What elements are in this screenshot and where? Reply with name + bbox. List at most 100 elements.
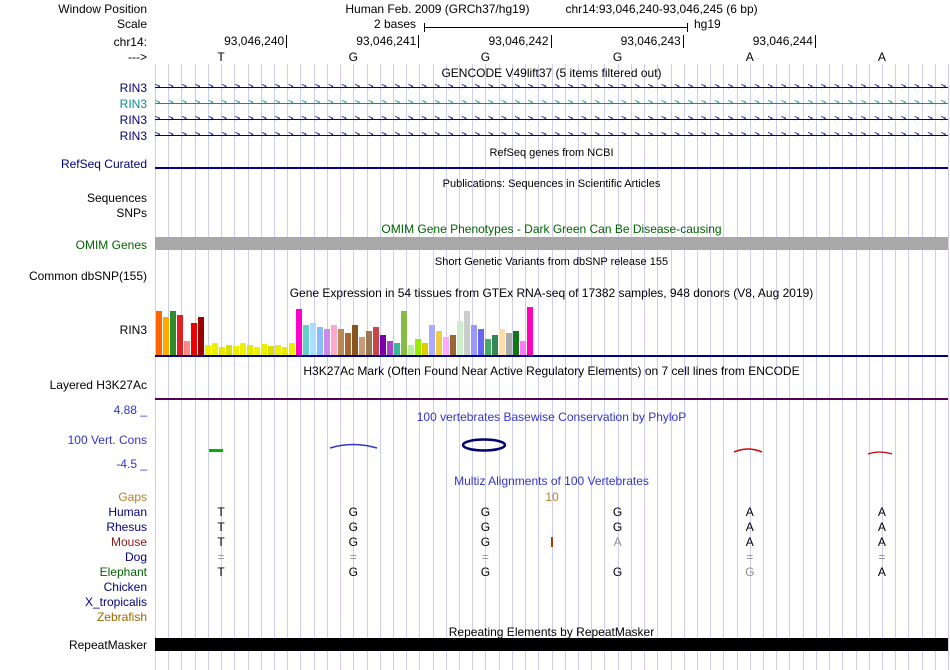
alignment-base: = <box>878 550 886 564</box>
gtex-baseline[interactable] <box>155 355 948 357</box>
alignment-base: T <box>217 565 225 579</box>
alignment-base: A <box>745 505 754 519</box>
gtex-expression-bar <box>170 311 176 355</box>
species-label-chicken[interactable]: Chicken <box>0 580 151 594</box>
gtex-expression-bar <box>163 317 169 355</box>
h3k27ac-track-line[interactable] <box>155 398 948 400</box>
gencode-transcript-row[interactable]: >>>>>>>>>>>>>>>>>>>>>>>>>>>>>>>>>>>>>>>>… <box>155 113 948 126</box>
chromosome-label: chr14: <box>113 35 147 49</box>
gtex-expression-bar <box>359 337 365 355</box>
gtex-gene-label[interactable]: RIN3 <box>0 323 151 337</box>
refseq-track-title: RefSeq genes from NCBI <box>489 147 614 159</box>
scale-label: Scale <box>116 17 147 31</box>
gtex-expression-bar <box>282 347 288 355</box>
alignment-base: G <box>480 520 491 534</box>
gtex-expression-bar <box>212 343 218 355</box>
gtex-expression-bar <box>233 346 239 355</box>
scale-bar <box>424 23 688 32</box>
gencode-item-label[interactable]: RIN3 <box>0 97 151 111</box>
reference-base: G <box>480 50 491 64</box>
species-label-dog[interactable]: Dog <box>0 550 151 564</box>
refseq-transcript-line[interactable] <box>155 167 948 169</box>
gtex-expression-bar <box>226 345 232 355</box>
gtex-expression-bar <box>373 327 379 355</box>
alignment-base: T <box>217 505 225 519</box>
species-label-human[interactable]: Human <box>0 505 151 519</box>
alignment-base: G <box>612 520 623 534</box>
gtex-expression-bar <box>485 339 491 355</box>
conservation-max-label: 4.88 _ <box>113 403 147 417</box>
coordinate-label: 93,046,243 <box>584 35 684 48</box>
alignment-base: A <box>745 535 754 549</box>
alignment-base: G <box>480 535 491 549</box>
gtex-expression-bar <box>275 345 281 355</box>
strand-direction-label: ---> <box>128 50 147 64</box>
gtex-expression-bar <box>254 347 260 355</box>
reference-base: G <box>348 50 358 64</box>
alignment-base: A <box>877 505 886 519</box>
alignment-base: T <box>217 520 225 534</box>
gtex-expression-bar <box>457 321 463 355</box>
h3k27ac-track-title: H3K27Ac Mark (Often Found Near Active Re… <box>303 364 800 378</box>
window-position-label: Window Position <box>58 2 147 16</box>
reference-base: G <box>612 50 623 64</box>
gencode-transcript-row[interactable]: >>>>>>>>>>>>>>>>>>>>>>>>>>>>>>>>>>>>>>>>… <box>155 97 948 110</box>
gencode-item-label[interactable]: RIN3 <box>0 81 151 95</box>
conservation-track-label[interactable]: 100 Vert. Cons <box>0 433 151 447</box>
species-label-zebrafish[interactable]: Zebrafish <box>0 610 151 624</box>
gtex-expression-bar <box>436 331 442 355</box>
repeatmasker-track-label[interactable]: RepeatMasker <box>0 638 151 652</box>
refseq-curated-label[interactable]: RefSeq Curated <box>0 157 151 171</box>
gaps-row-label: Gaps <box>118 490 147 504</box>
alignment-base: A <box>877 565 886 579</box>
h3k27ac-track-label[interactable]: Layered H3K27Ac <box>0 378 151 392</box>
repeatmasker-bar[interactable] <box>155 638 948 651</box>
alignment-base: G <box>612 505 623 519</box>
omim-genes-bar[interactable] <box>155 237 948 250</box>
gtex-expression-bar <box>331 325 337 355</box>
dbsnp-track-label[interactable]: Common dbSNP(155) <box>0 269 151 283</box>
conservation-track-title: 100 vertebrates Basewise Conservation by… <box>416 410 687 424</box>
coordinate-label: 93,046,240 <box>187 35 288 48</box>
reference-base: A <box>877 50 886 64</box>
alignment-base: G <box>348 535 358 549</box>
insertion-marker <box>550 537 553 547</box>
gtex-expression-bar <box>198 317 204 355</box>
gtex-expression-bar <box>261 344 267 355</box>
gtex-expression-bar <box>506 333 512 355</box>
omim-genes-label[interactable]: OMIM Genes <box>0 238 151 252</box>
gtex-expression-bar <box>240 343 246 355</box>
gencode-item-label[interactable]: RIN3 <box>0 113 151 127</box>
gtex-expression-bar <box>156 311 162 355</box>
gtex-expression-bar <box>303 325 309 355</box>
species-label-x_tropicalis[interactable]: X_tropicalis <box>0 595 151 609</box>
alignment-base: G <box>348 565 358 579</box>
alignment-base: = <box>217 550 225 564</box>
gtex-expression-bar <box>289 343 295 355</box>
gtex-expression-bar <box>464 311 470 355</box>
gencode-transcript-row[interactable]: >>>>>>>>>>>>>>>>>>>>>>>>>>>>>>>>>>>>>>>>… <box>155 81 948 94</box>
reference-base: T <box>217 50 225 64</box>
species-label-mouse[interactable]: Mouse <box>0 535 151 549</box>
gtex-expression-bar <box>513 331 519 355</box>
scale-value: 2 bases <box>373 17 416 31</box>
gtex-expression-bar <box>520 341 526 355</box>
gtex-expression-bar <box>527 307 533 355</box>
gtex-expression-bar <box>338 329 344 355</box>
conservation-min-label: -4.5 _ <box>116 457 147 471</box>
alignment-base: G <box>612 565 623 579</box>
gtex-expression-bar <box>219 347 225 355</box>
reference-base: A <box>745 50 754 64</box>
sequences-track-label[interactable]: Sequences <box>0 191 151 205</box>
gtex-expression-bar <box>177 315 183 355</box>
gencode-item-label[interactable]: RIN3 <box>0 129 151 143</box>
snps-track-label[interactable]: SNPs <box>0 206 151 220</box>
gtex-expression-bar <box>422 343 428 355</box>
guideline <box>948 64 949 670</box>
gencode-transcript-row[interactable]: >>>>>>>>>>>>>>>>>>>>>>>>>>>>>>>>>>>>>>>>… <box>155 129 948 142</box>
species-label-elephant[interactable]: Elephant <box>0 565 151 579</box>
gtex-expression-bar <box>408 345 414 355</box>
species-label-rhesus[interactable]: Rhesus <box>0 520 151 534</box>
alignment-base: = <box>349 550 357 564</box>
gtex-expression-bar <box>317 327 323 355</box>
